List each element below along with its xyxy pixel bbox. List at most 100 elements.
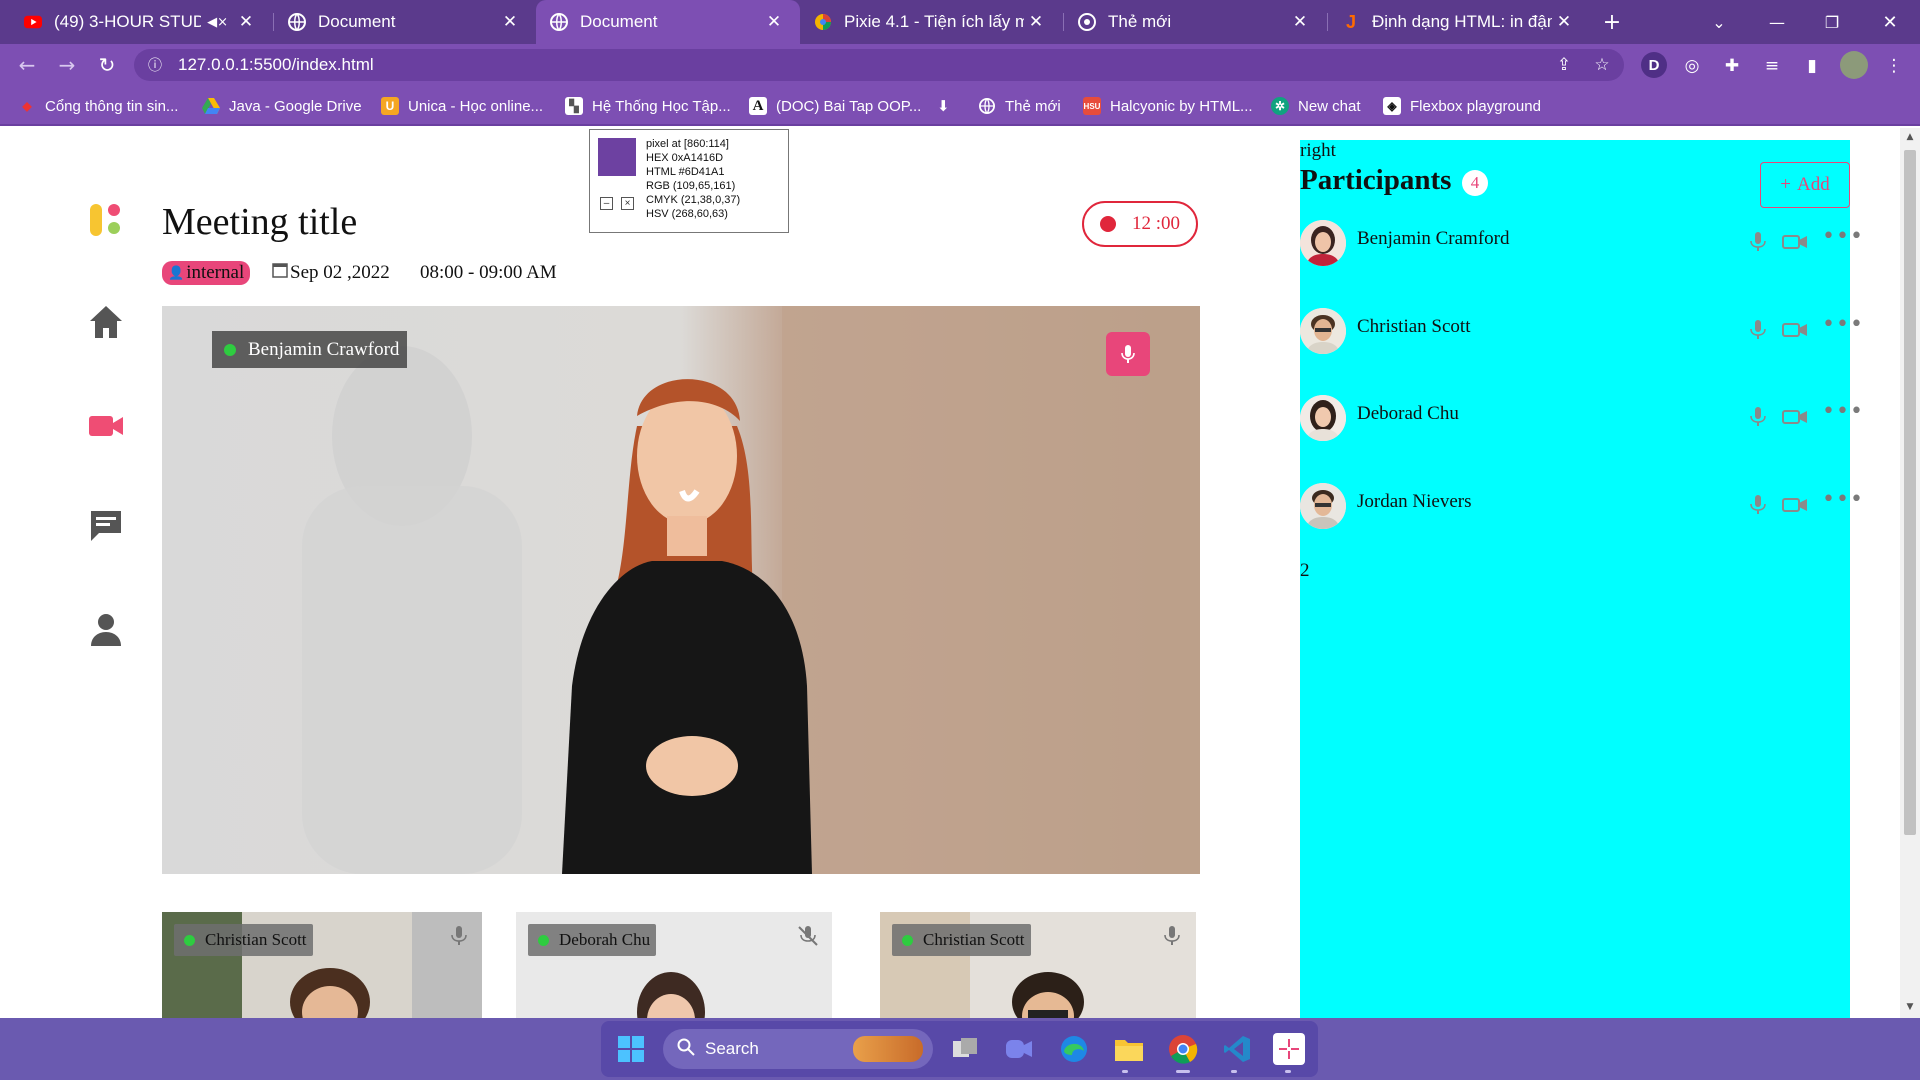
microphone-icon[interactable]	[1746, 318, 1770, 342]
close-tab-icon[interactable]: ✕	[762, 12, 786, 32]
bookmark-item[interactable]: HSU Halcyonic by HTML...	[1083, 95, 1253, 117]
microphone-icon[interactable]	[1746, 493, 1770, 517]
meet-camera-icon[interactable]	[1001, 1031, 1037, 1067]
tab-document-active[interactable]: Document ✕	[536, 0, 800, 44]
bookmark-label: Unica - Học online...	[408, 97, 544, 115]
share-icon[interactable]: ⇪	[1552, 53, 1576, 77]
page-scrollbar[interactable]: ▲ ▼	[1900, 128, 1920, 1018]
main-video-feed[interactable]: Benjamin Crawford	[162, 306, 1200, 874]
tab-pixie[interactable]: Pixie 4.1 - Tiện ích lấy mã m ✕	[800, 0, 1062, 44]
participant-thumbnail[interactable]: Christian Scott	[880, 912, 1196, 1018]
bookmark-label: Thẻ mới	[1005, 97, 1061, 115]
online-dot-icon	[538, 934, 549, 946]
running-indicator	[1285, 1070, 1291, 1073]
user-avatar[interactable]	[1840, 51, 1868, 79]
participant-thumbnail[interactable]: Deborah Chu	[516, 912, 832, 1018]
participant-name: Benjamin Cramford	[1357, 228, 1510, 249]
video-camera-icon[interactable]	[88, 408, 124, 444]
taskbar-search[interactable]: Search	[663, 1029, 933, 1069]
edge-browser-icon[interactable]	[1056, 1031, 1092, 1067]
running-indicator	[1231, 1070, 1237, 1073]
tab-html-format[interactable]: J Định dạng HTML: in đậm, in ✕	[1328, 0, 1590, 44]
recording-timer[interactable]: 12 :00	[1082, 201, 1198, 247]
tab-title: Pixie 4.1 - Tiện ích lấy mã m	[844, 12, 1024, 31]
bookmark-item[interactable]: A (DOC) Bai Tap OOP...	[749, 95, 921, 117]
profile-badge[interactable]: D	[1641, 52, 1667, 78]
user-profile-icon[interactable]	[88, 612, 124, 648]
bookmark-item[interactable]: ◆ Cổng thông tin sin...	[18, 95, 178, 117]
more-options-icon[interactable]: •••	[1822, 487, 1864, 512]
microphone-button[interactable]	[1106, 332, 1150, 376]
bookmark-item[interactable]: Thẻ mới	[978, 95, 1061, 117]
minimize-popup-button[interactable]: –	[600, 197, 613, 210]
add-participant-button[interactable]: + Add	[1760, 162, 1850, 208]
microphone-icon[interactable]	[447, 924, 471, 948]
participant-row[interactable]: Christian Scott •••	[1300, 306, 1863, 354]
task-view-icon[interactable]	[947, 1031, 983, 1067]
speaker-muted-icon[interactable]: ◀×	[207, 15, 228, 30]
more-options-icon[interactable]: •••	[1822, 399, 1864, 424]
scrollbar-thumb[interactable]	[1904, 150, 1916, 835]
chrome-icon	[1078, 13, 1096, 31]
chat-icon[interactable]	[88, 508, 124, 544]
microphone-muted-icon[interactable]	[796, 924, 820, 948]
tab-document-1[interactable]: Document ✕	[274, 0, 536, 44]
back-arrow-icon[interactable]: ←	[14, 52, 40, 78]
reload-icon[interactable]: ↻	[94, 52, 120, 78]
bookmark-item[interactable]: Java - Google Drive	[202, 95, 362, 117]
close-tab-icon[interactable]: ✕	[498, 12, 522, 32]
participant-name: Deborad Chu	[1357, 403, 1459, 424]
bookmark-item[interactable]: ◈ Flexbox playground	[1383, 95, 1541, 117]
close-tab-icon[interactable]: ✕	[1288, 12, 1312, 32]
minimize-button[interactable]: —	[1755, 0, 1799, 44]
video-camera-icon[interactable]	[1782, 493, 1808, 517]
scroll-down-arrow-icon[interactable]: ▼	[1900, 1002, 1920, 1012]
compass-icon[interactable]: ◎	[1680, 54, 1704, 78]
tab-youtube[interactable]: (49) 3-HOUR STUDY WI ◀× ✕	[10, 0, 272, 44]
participant-row[interactable]: Benjamin Cramford •••	[1300, 218, 1863, 266]
bookmark-label: Hệ Thống Học Tập...	[592, 97, 731, 115]
microphone-icon[interactable]	[1746, 405, 1770, 429]
side-panel-icon[interactable]: ▮	[1800, 54, 1824, 78]
tab-new-tab[interactable]: Thẻ mới ✕	[1064, 0, 1326, 44]
vscode-icon[interactable]	[1219, 1031, 1255, 1067]
close-popup-button[interactable]: ×	[621, 197, 634, 210]
download-icon[interactable]: ⬇	[937, 95, 950, 117]
restore-button[interactable]: ❐	[1810, 0, 1854, 44]
participant-row[interactable]: Jordan Nievers •••	[1300, 481, 1863, 529]
extensions-puzzle-icon[interactable]: ✚	[1720, 54, 1744, 78]
home-icon[interactable]	[88, 304, 124, 340]
participant-thumbnail[interactable]: Christian Scott	[162, 912, 482, 1018]
info-icon[interactable]: ⓘ	[148, 55, 162, 75]
close-tab-icon[interactable]: ✕	[1024, 12, 1048, 32]
bookmark-item[interactable]: ▚ Hệ Thống Học Tập...	[565, 95, 731, 117]
video-camera-icon[interactable]	[1782, 230, 1808, 254]
tab-search-chevron-icon[interactable]: ⌄	[1697, 0, 1741, 44]
bookmark-star-icon[interactable]: ☆	[1590, 53, 1614, 77]
close-tab-icon[interactable]: ✕	[234, 12, 258, 32]
microphone-icon[interactable]	[1746, 230, 1770, 254]
media-queue-icon[interactable]: ≡	[1760, 54, 1784, 78]
scroll-up-arrow-icon[interactable]: ▲	[1900, 132, 1920, 142]
forward-arrow-icon[interactable]: →	[54, 52, 80, 78]
bookmark-item[interactable]: U Unica - Học online...	[381, 95, 543, 117]
omnibox[interactable]: ⓘ 127.0.0.1:5500/index.html ⇪ ☆	[134, 49, 1624, 81]
close-window-button[interactable]: ✕	[1868, 0, 1912, 44]
windows-start-icon[interactable]	[613, 1031, 649, 1067]
close-tab-icon[interactable]: ✕	[1552, 12, 1576, 32]
file-explorer-icon[interactable]	[1111, 1031, 1147, 1067]
chrome-icon[interactable]	[1165, 1031, 1201, 1067]
snipping-tool-icon[interactable]	[1273, 1033, 1305, 1065]
video-camera-icon[interactable]	[1782, 318, 1808, 342]
more-options-icon[interactable]: •••	[1822, 312, 1864, 337]
color-picker-popup[interactable]: pixel at [860:114] HEX 0xA1416D HTML #6D…	[589, 129, 789, 233]
microphone-icon[interactable]	[1160, 924, 1184, 948]
new-tab-button[interactable]: +	[1590, 0, 1634, 44]
avatar	[1300, 308, 1346, 354]
bookmark-item[interactable]: ✲ New chat	[1271, 95, 1361, 117]
kebab-menu-icon[interactable]: ⋮	[1882, 54, 1906, 78]
participant-row[interactable]: Deborad Chu •••	[1300, 393, 1863, 441]
more-options-icon[interactable]: •••	[1822, 224, 1864, 249]
video-camera-icon[interactable]	[1782, 405, 1808, 429]
participant-name-tag: Deborah Chu	[528, 924, 657, 956]
